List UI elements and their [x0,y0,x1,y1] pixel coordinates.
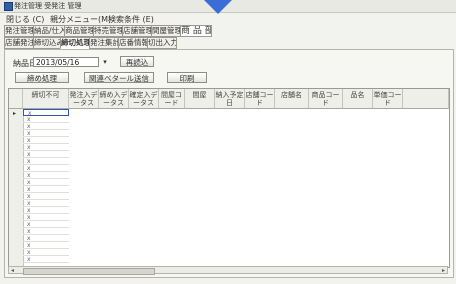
menu-bar: 閉じる (C) 親分メニュー(M) 検索条件 (E) [0,13,456,25]
tab-product-department[interactable]: 商 品 部 [180,25,212,37]
subtab-store-info[interactable]: 店番情報 [118,37,148,49]
tab-wholesaler-management[interactable]: 間屋管理 [151,25,181,37]
column-header[interactable]: 発注入データス [69,89,99,109]
menu-close[interactable]: 閉じる (C) [6,14,44,25]
table-row[interactable]: x [23,172,69,179]
data-grid: 締切不可 発注入データス 締め入データス 確定入データス 間屋コード 間屋 納入… [8,88,450,268]
app-icon [4,2,13,11]
column-header[interactable]: 間屋コード [159,89,185,109]
table-row[interactable]: x [23,242,69,249]
table-row[interactable]: x [23,116,69,123]
table-row[interactable]: x [23,207,69,214]
column-header[interactable]: 確定入データス [129,89,159,109]
horizontal-scrollbar[interactable]: ◂ ▸ [8,266,448,275]
print-button[interactable]: 印刷 [167,72,207,83]
column-header[interactable]: 店舗コード [245,89,275,109]
table-row[interactable]: x [23,200,69,207]
table-row[interactable]: x [23,193,69,200]
pointer-marker-icon [204,0,232,14]
reload-button[interactable]: 再読込 [120,56,154,67]
column-header[interactable]: 間屋 [185,89,215,109]
column-header[interactable]: 単価コード [373,89,403,109]
table-row[interactable]: x [23,130,69,137]
scroll-left-icon[interactable]: ◂ [11,267,14,274]
menu-parent-menu[interactable]: 親分メニュー(M) [50,14,111,25]
column-header[interactable]: 店舗名 [275,89,309,109]
row-selector-column[interactable] [9,109,24,267]
subtab-store-order[interactable]: 店舗発注 [4,37,34,49]
grid-corner [9,89,23,109]
table-row[interactable]: x [23,221,69,228]
menu-search-conditions[interactable]: 検索条件 (E) [108,14,154,25]
window-title: 発注管理 受発注 管理 [14,2,82,10]
table-row[interactable]: x [23,137,69,144]
table-row[interactable]: x [23,249,69,256]
related-data-send-button[interactable]: 関連ベタール送信 [84,72,154,83]
tab-sale-management[interactable]: 特売管理 [93,25,123,37]
table-row[interactable]: x [23,144,69,151]
column-header[interactable]: 納入予定日 [215,89,245,109]
tab-delivery-purchase[interactable]: 納品/仕入 [33,25,65,37]
tab-store-management[interactable]: 店舗管理 [122,25,152,37]
column-header[interactable]: 品名 [343,89,373,109]
subtab-order-totals[interactable]: 発注集計 [89,37,119,49]
current-row-arrow-icon: ▸ [13,110,17,117]
scroll-right-icon[interactable]: ▸ [442,267,445,274]
delivery-date-field[interactable]: 2013/05/16 [33,57,99,67]
column-header[interactable]: 商品コード [309,89,343,109]
table-row[interactable]: x [23,256,69,263]
column-header[interactable]: 締切不可 [23,89,69,109]
date-dropdown-icon[interactable]: ▾ [101,57,109,67]
main-tab-bar: 発注管理 納品/仕入 商品管理 特売管理 店舗管理 間屋管理 商 品 部 [0,25,456,37]
table-row[interactable]: x [23,179,69,186]
subtab-cut-input[interactable]: 切出入力 [147,37,177,49]
tab-order-management[interactable]: 発注管理 [4,25,34,37]
table-row[interactable]: x [23,235,69,242]
application-window: 発注管理 受発注 管理 閉じる (C) 親分メニュー(M) 検索条件 (E) 発… [0,0,456,284]
sub-tab-bar: 店舗発注 締切込み 締切処理 発注集計 店番情報 切出入力 [0,37,456,49]
table-row[interactable]: x [23,186,69,193]
subtab-cutoff-process[interactable]: 締切処理 [60,37,90,49]
subtab-cutoff-import[interactable]: 締切込み [33,37,61,49]
table-row[interactable]: x [23,158,69,165]
table-row[interactable]: x [23,228,69,235]
column-header-filler [403,89,449,109]
scroll-thumb[interactable] [23,268,155,275]
table-row[interactable]: x [23,109,69,117]
table-row[interactable]: x [23,123,69,130]
table-row[interactable]: x [23,165,69,172]
tab-product-management[interactable]: 商品管理 [64,25,94,37]
column-header[interactable]: 締め入データス [99,89,129,109]
table-row[interactable]: x [23,151,69,158]
table-row[interactable]: x [23,214,69,221]
cutoff-process-button[interactable]: 締め処理 [15,72,69,83]
